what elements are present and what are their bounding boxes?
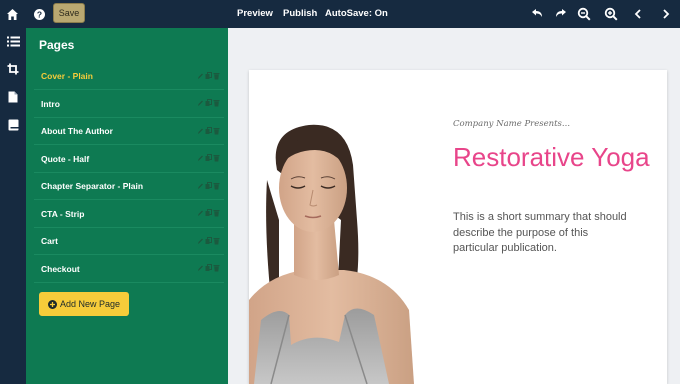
page-item-tools [197,236,220,245]
page-item-tools [197,71,220,80]
page-list-item-label: About The Author [41,126,113,136]
list-icon[interactable] [3,31,23,51]
zoom-in-icon[interactable] [601,4,621,24]
page-list-item-label: Quote - Half [41,153,90,164]
save-button[interactable]: Save [53,3,85,23]
page-item-tools [197,181,220,190]
page-list-item[interactable]: About The Author [34,117,224,145]
preview-link[interactable]: Preview [237,8,273,19]
duplicate-icon[interactable] [205,154,212,163]
edit-icon[interactable] [197,264,204,273]
pages-panel: Pages Cover - Plain Intro About The Author… [26,28,228,384]
duplicate-icon[interactable] [205,209,212,218]
page-item-tools [197,209,220,218]
page-list-item-label: Chapter Separator - Plain [41,181,144,191]
editor-canvas: Company Name Presents... Restorative Yog… [228,28,680,384]
add-new-page-label: Add New Page [59,299,121,309]
plus-circle-icon [47,299,57,309]
crop-icon[interactable] [3,59,23,79]
duplicate-icon[interactable] [205,236,212,245]
page-list-item[interactable]: CTA - Strip [34,200,224,228]
page-item-tools [197,264,220,273]
home-icon[interactable] [2,4,22,24]
page-list-item-label: Cart [41,236,59,246]
duplicate-icon[interactable] [205,99,212,108]
edit-icon[interactable] [197,236,204,245]
trash-icon[interactable] [213,71,220,80]
page-list-item[interactable]: Checkout [34,255,224,283]
page-list-item-label: Intro [41,98,60,109]
trash-icon[interactable] [213,126,220,135]
cover-summary: This is a short summary that should desc… [453,211,627,254]
top-toolbar: ? Save Preview Publish AutoSave: On [0,0,680,28]
yoga-woman-photo [249,70,439,384]
duplicate-icon[interactable] [205,126,212,135]
duplicate-icon[interactable] [205,264,212,273]
chevron-right-icon[interactable] [656,4,676,24]
trash-icon[interactable] [213,264,220,273]
page-list-item[interactable]: Cart [34,227,224,255]
trash-icon[interactable] [213,236,220,245]
document-icon[interactable] [3,87,23,107]
page-list-item[interactable]: Intro [34,90,224,118]
page-list-item-label: Cover - Plain [41,71,93,81]
left-rail [0,28,26,384]
edit-icon[interactable] [197,154,204,163]
page-list-item[interactable]: Quote - Half [34,145,224,173]
cover-page[interactable]: Company Name Presents... Restorative Yog… [249,70,667,384]
edit-icon[interactable] [197,209,204,218]
add-new-page-button[interactable]: Add New Page [39,292,129,316]
edit-icon[interactable] [197,71,204,80]
page-item-tools [197,154,220,163]
edit-icon[interactable] [197,181,204,190]
page-list-item[interactable]: Cover - Plain [34,62,224,90]
page-item-tools [197,126,220,135]
trash-icon[interactable] [213,181,220,190]
duplicate-icon[interactable] [205,181,212,190]
page-list-item[interactable]: Chapter Separator - Plain [34,172,224,200]
chevron-left-icon[interactable] [628,4,648,24]
trash-icon[interactable] [213,99,220,108]
publish-link[interactable]: Publish [283,8,317,19]
page-list-item-label: Checkout [41,263,80,274]
book-icon[interactable] [3,115,23,135]
trash-icon[interactable] [213,154,220,163]
page-list-item-label: CTA - Strip [41,208,85,219]
edit-icon[interactable] [197,126,204,135]
edit-icon[interactable] [197,99,204,108]
zoom-out-icon[interactable] [574,4,594,24]
undo-icon[interactable] [527,4,547,24]
redo-icon[interactable] [551,4,571,24]
cover-title: Restorative Yoga [453,142,650,172]
pages-panel-title: Pages [39,38,75,52]
duplicate-icon[interactable] [205,71,212,80]
trash-icon[interactable] [213,209,220,218]
autosave-toggle[interactable]: AutoSave: On [325,8,388,19]
presents-text: Company Name Presents... [453,119,571,129]
page-item-tools [197,99,220,108]
svg-text:?: ? [36,9,41,19]
help-icon[interactable]: ? [29,4,49,24]
